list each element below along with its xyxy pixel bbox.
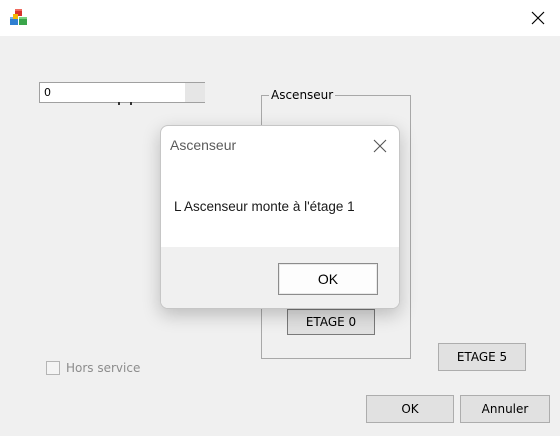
application-blocks-icon xyxy=(9,8,29,28)
message-dialog: Ascenseur L Ascenseur monte à l'étage 1 … xyxy=(160,125,400,309)
ok-button[interactable]: OK xyxy=(366,395,454,423)
floor-0-button[interactable]: ETAGE 0 xyxy=(287,309,375,335)
dialog-close-button[interactable] xyxy=(370,136,390,156)
counter-field-marker xyxy=(118,102,132,105)
counter-field-spin-area xyxy=(185,83,205,102)
out-of-service-label: Hors service xyxy=(66,361,141,375)
counter-field[interactable]: 0 xyxy=(39,82,205,103)
out-of-service-checkbox[interactable] xyxy=(46,361,60,375)
dialog-ok-button[interactable]: OK xyxy=(278,263,378,295)
dialog-footer: OK xyxy=(161,247,399,308)
close-icon xyxy=(531,11,545,25)
cancel-button[interactable]: Annuler xyxy=(460,395,550,423)
floor-5-button[interactable]: ETAGE 5 xyxy=(438,343,526,371)
elevator-group-title: Ascenseur xyxy=(269,88,336,102)
close-icon xyxy=(373,139,387,153)
window-titlebar xyxy=(0,0,560,36)
window-close-button[interactable] xyxy=(522,4,554,32)
dialog-title: Ascenseur xyxy=(170,137,237,153)
dialog-message: L Ascenseur monte à l'étage 1 xyxy=(174,199,355,214)
